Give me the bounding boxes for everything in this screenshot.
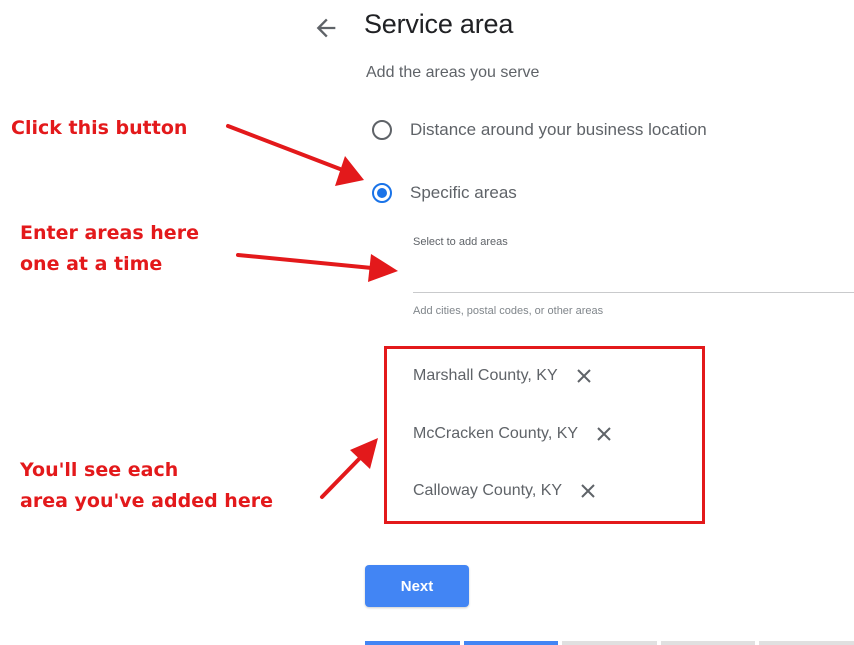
arrow-left-icon[interactable] [312, 14, 340, 42]
added-area-name: McCracken County, KY [413, 425, 579, 442]
service-area-page: Service area Add the areas you serve Dis… [0, 0, 854, 645]
progress-segment [365, 641, 460, 645]
annotation-line: area you've added here [20, 490, 273, 512]
next-button[interactable]: Next [365, 565, 469, 607]
annotation-line: You'll see each [20, 459, 179, 481]
annotation-line: Enter areas here [20, 222, 199, 244]
annotation-arrows [226, 124, 398, 499]
annotation-arrowhead [335, 156, 364, 186]
progress-segment [660, 641, 756, 645]
progress-segment [562, 641, 657, 645]
close-icon[interactable] [594, 424, 614, 444]
added-area-item: Calloway County, KY [413, 481, 598, 501]
annotation-arrow [236, 253, 374, 270]
area-search-input[interactable] [413, 254, 854, 293]
radio-distance-option[interactable]: Distance around your business location [372, 120, 707, 140]
area-field-helper-text: Add cities, postal codes, or other areas [413, 305, 604, 317]
progress-segment [463, 641, 559, 645]
annotation-enter-areas: Enter areas here one at a time [20, 218, 199, 280]
radio-distance-label: Distance around your business location [410, 120, 707, 139]
annotation-click-button: Click this button [11, 117, 188, 139]
radio-specific-areas-option[interactable]: Specific areas [372, 183, 517, 203]
added-area-item: McCracken County, KY [413, 424, 614, 444]
annotation-arrow [320, 456, 362, 499]
area-field-label: Select to add areas [413, 236, 508, 248]
page-title: Service area [364, 9, 514, 39]
radio-selected-dot [377, 188, 387, 198]
added-area-name: Calloway County, KY [413, 482, 563, 499]
annotation-arrow [226, 124, 342, 171]
radio-specific-areas-label: Specific areas [410, 183, 517, 202]
annotation-arrowhead [350, 438, 378, 469]
annotation-see-areas: You'll see each area you've added here [20, 455, 273, 517]
close-icon[interactable] [578, 481, 598, 501]
progress-segment [759, 641, 854, 645]
annotation-line: one at a time [20, 253, 163, 275]
annotation-arrowhead [368, 254, 398, 282]
added-area-item: Marshall County, KY [413, 366, 594, 386]
close-icon[interactable] [574, 366, 594, 386]
radio-button-unchecked[interactable] [372, 120, 392, 140]
added-area-name: Marshall County, KY [413, 367, 558, 384]
radio-button-checked[interactable] [372, 183, 392, 203]
progress-bar [365, 641, 854, 645]
page-subtitle: Add the areas you serve [366, 64, 540, 81]
